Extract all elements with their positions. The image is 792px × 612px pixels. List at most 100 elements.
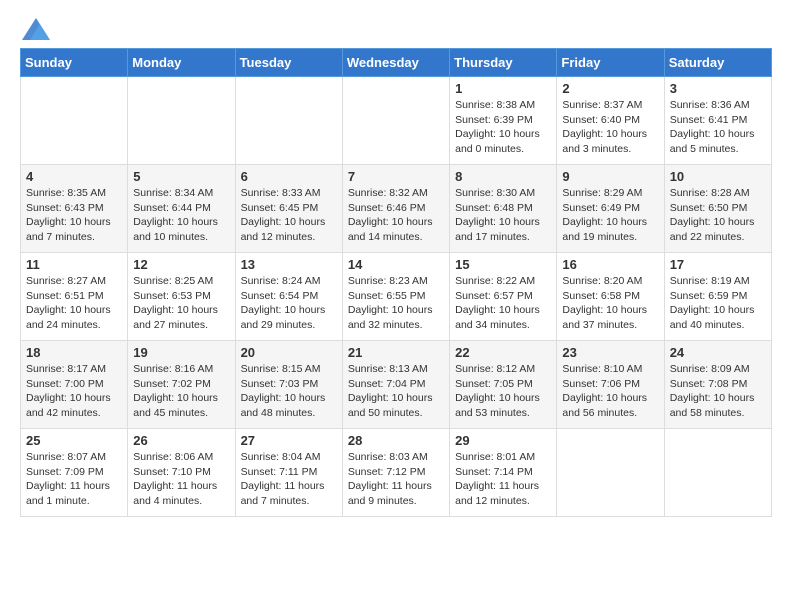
cell-text: and 27 minutes. (133, 318, 229, 333)
calendar-table: SundayMondayTuesdayWednesdayThursdayFrid… (20, 48, 772, 517)
cell-text: Sunset: 6:57 PM (455, 289, 551, 304)
header (20, 18, 772, 40)
day-number: 15 (455, 257, 551, 272)
day-number: 25 (26, 433, 122, 448)
cell-text: Sunrise: 8:38 AM (455, 98, 551, 113)
cell-text: Sunset: 6:49 PM (562, 201, 658, 216)
day-number: 12 (133, 257, 229, 272)
cell-text: and 56 minutes. (562, 406, 658, 421)
day-number: 23 (562, 345, 658, 360)
week-row-5: 25Sunrise: 8:07 AMSunset: 7:09 PMDayligh… (21, 429, 772, 517)
calendar-cell: 22 Sunrise: 8:12 AMSunset: 7:05 PMDayligh… (450, 341, 557, 429)
cell-text: Sunrise: 8:19 AM (670, 274, 766, 289)
calendar-cell: 4Sunrise: 8:35 AMSunset: 6:43 PMDaylight… (21, 165, 128, 253)
cell-text: Sunrise: 8:23 AM (348, 274, 444, 289)
calendar-cell (342, 77, 449, 165)
cell-text: Sunrise: 8:06 AM (133, 450, 229, 465)
day-number: 11 (26, 257, 122, 272)
cell-text: Sunrise: 8:35 AM (26, 186, 122, 201)
calendar-cell: 5Sunrise: 8:34 AMSunset: 6:44 PMDaylight… (128, 165, 235, 253)
cell-text: Sunrise: 8:01 AM (455, 450, 551, 465)
weekday-header-tuesday: Tuesday (235, 49, 342, 77)
cell-text: and 0 minutes. (455, 142, 551, 157)
cell-text: and 34 minutes. (455, 318, 551, 333)
week-row-4: 18Sunrise: 8:17 AMSunset: 7:00 PMDayligh… (21, 341, 772, 429)
cell-text: Sunrise: 8:33 AM (241, 186, 337, 201)
cell-text: Sunrise: 8:22 AM (455, 274, 551, 289)
cell-text: Daylight: 10 hours (455, 303, 551, 318)
cell-text: Daylight: 11 hours (26, 479, 122, 494)
calendar-cell: 25Sunrise: 8:07 AMSunset: 7:09 PMDayligh… (21, 429, 128, 517)
cell-text: Daylight: 10 hours (562, 303, 658, 318)
week-row-2: 4Sunrise: 8:35 AMSunset: 6:43 PMDaylight… (21, 165, 772, 253)
cell-text: Sunrise: 8:04 AM (241, 450, 337, 465)
cell-text: Sunrise: 8:29 AM (562, 186, 658, 201)
day-number: 17 (670, 257, 766, 272)
cell-text: Sunrise: 8:30 AM (455, 186, 551, 201)
cell-text: Sunrise: 8:12 AM (455, 362, 551, 377)
cell-text: Daylight: 10 hours (241, 391, 337, 406)
cell-text: Daylight: 11 hours (133, 479, 229, 494)
cell-text: Daylight: 10 hours (26, 303, 122, 318)
calendar-cell: 2Sunrise: 8:37 AMSunset: 6:40 PMDaylight… (557, 77, 664, 165)
day-number: 22 (455, 345, 551, 360)
cell-text: and 4 minutes. (133, 494, 229, 509)
weekday-header-sunday: Sunday (21, 49, 128, 77)
cell-text: Sunset: 6:59 PM (670, 289, 766, 304)
calendar-cell: 10Sunrise: 8:28 AMSunset: 6:50 PMDayligh… (664, 165, 771, 253)
cell-text: and 7 minutes. (26, 230, 122, 245)
day-number: 26 (133, 433, 229, 448)
day-number: 7 (348, 169, 444, 184)
day-number: 28 (348, 433, 444, 448)
day-number: 6 (241, 169, 337, 184)
cell-text: Sunset: 6:48 PM (455, 201, 551, 216)
cell-text: Sunrise: 8:28 AM (670, 186, 766, 201)
cell-text: and 42 minutes. (26, 406, 122, 421)
calendar-cell (21, 77, 128, 165)
weekday-header-saturday: Saturday (664, 49, 771, 77)
calendar-cell: 23Sunrise: 8:10 AMSunset: 7:06 PMDayligh… (557, 341, 664, 429)
day-number: 9 (562, 169, 658, 184)
cell-text: Sunset: 7:00 PM (26, 377, 122, 392)
cell-text: Daylight: 10 hours (455, 391, 551, 406)
cell-text: Daylight: 11 hours (455, 479, 551, 494)
cell-text: and 29 minutes. (241, 318, 337, 333)
cell-text: Sunrise: 8:13 AM (348, 362, 444, 377)
cell-text: Sunset: 7:02 PM (133, 377, 229, 392)
day-number: 8 (455, 169, 551, 184)
cell-text: Sunrise: 8:07 AM (26, 450, 122, 465)
cell-text: Sunset: 6:44 PM (133, 201, 229, 216)
cell-text: Sunset: 7:11 PM (241, 465, 337, 480)
cell-text: and 53 minutes. (455, 406, 551, 421)
cell-text: Daylight: 10 hours (241, 303, 337, 318)
calendar-cell: 29Sunrise: 8:01 AMSunset: 7:14 PMDayligh… (450, 429, 557, 517)
calendar-cell: 21Sunrise: 8:13 AMSunset: 7:04 PMDayligh… (342, 341, 449, 429)
cell-text: and 40 minutes. (670, 318, 766, 333)
weekday-header-wednesday: Wednesday (342, 49, 449, 77)
cell-text: Sunset: 7:05 PM (455, 377, 551, 392)
cell-text: and 32 minutes. (348, 318, 444, 333)
cell-text: Daylight: 10 hours (241, 215, 337, 230)
cell-text: Daylight: 10 hours (348, 391, 444, 406)
calendar-cell: 6Sunrise: 8:33 AMSunset: 6:45 PMDaylight… (235, 165, 342, 253)
cell-text: and 45 minutes. (133, 406, 229, 421)
cell-text: Sunrise: 8:03 AM (348, 450, 444, 465)
cell-text: Daylight: 10 hours (455, 127, 551, 142)
cell-text: Sunset: 7:03 PM (241, 377, 337, 392)
cell-text: Daylight: 10 hours (670, 303, 766, 318)
day-number: 2 (562, 81, 658, 96)
day-number: 27 (241, 433, 337, 448)
cell-text: Daylight: 10 hours (348, 303, 444, 318)
cell-text: Sunset: 7:14 PM (455, 465, 551, 480)
cell-text: and 12 minutes. (455, 494, 551, 509)
cell-text: Sunrise: 8:20 AM (562, 274, 658, 289)
cell-text: and 5 minutes. (670, 142, 766, 157)
cell-text: Daylight: 10 hours (26, 215, 122, 230)
cell-text: Sunrise: 8:10 AM (562, 362, 658, 377)
cell-text: Daylight: 10 hours (455, 215, 551, 230)
calendar-cell: 8 Sunrise: 8:30 AMSunset: 6:48 PMDaylight… (450, 165, 557, 253)
day-number: 20 (241, 345, 337, 360)
cell-text: Sunset: 7:10 PM (133, 465, 229, 480)
cell-text: Daylight: 10 hours (670, 391, 766, 406)
day-number: 19 (133, 345, 229, 360)
